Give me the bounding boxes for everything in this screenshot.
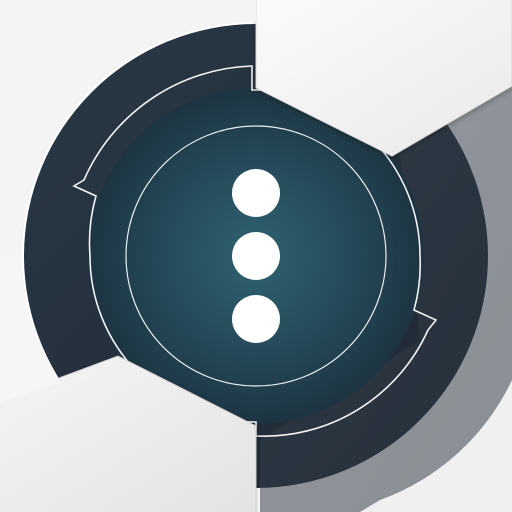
app-icon bbox=[0, 0, 512, 512]
dot-top bbox=[232, 169, 280, 217]
vertical-ellipsis-icon bbox=[232, 169, 280, 343]
dot-middle bbox=[232, 232, 280, 280]
icon-artwork bbox=[0, 0, 512, 512]
dot-bottom bbox=[232, 295, 280, 343]
